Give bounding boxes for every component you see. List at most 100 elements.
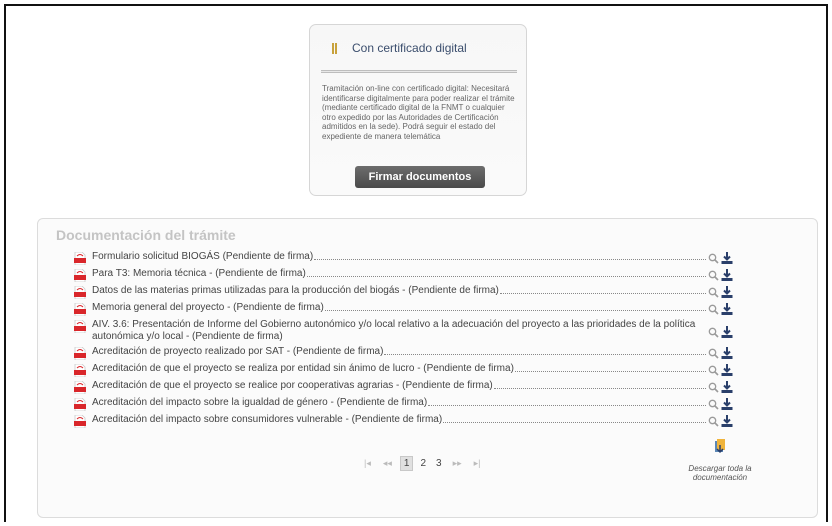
document-link[interactable]: Formulario solicitud BIOGÁS (Pendiente d…: [92, 250, 706, 263]
download-icon[interactable]: [721, 414, 734, 427]
document-actions: [708, 396, 736, 410]
document-link[interactable]: Acreditación de que el proyecto se reali…: [92, 362, 706, 375]
document-row: AIV. 3.6: Presentación de Informe del Go…: [74, 318, 736, 343]
document-actions: [708, 379, 736, 393]
first-page-button[interactable]: |◂: [364, 458, 371, 469]
certificate-title: Con certificado digital: [352, 41, 467, 55]
sign-documents-button[interactable]: Firmar documentos: [355, 166, 485, 188]
pdf-icon: [74, 268, 86, 283]
document-label: Acreditación de proyecto realizado por S…: [92, 346, 384, 358]
download-icon[interactable]: [721, 380, 734, 393]
document-link[interactable]: AIV. 3.6: Presentación de Informe del Go…: [92, 318, 706, 343]
document-row: Acreditación del impacto sobre la iguald…: [74, 396, 736, 412]
document-label: Acreditación de que el proyecto se reali…: [92, 363, 514, 375]
download-icon[interactable]: [721, 285, 734, 298]
page-2-button[interactable]: 2: [417, 457, 429, 470]
documentation-title: Documentación del trámite: [56, 227, 236, 243]
document-actions: [708, 345, 736, 359]
pdf-icon: [74, 414, 86, 429]
document-link[interactable]: Acreditación del impacto sobre la iguald…: [92, 396, 706, 409]
last-page-button[interactable]: ▸|: [474, 458, 481, 469]
document-label: Acreditación de que el proyecto se reali…: [92, 380, 493, 392]
magnifier-icon[interactable]: [708, 346, 721, 359]
dot-leader: [324, 310, 706, 311]
certificate-divider: [321, 70, 517, 73]
document-row: Formulario solicitud BIOGÁS (Pendiente d…: [74, 250, 736, 266]
download-all-icon: [715, 439, 725, 454]
document-label: Acreditación del impacto sobre consumido…: [92, 414, 443, 426]
document-label: AIV. 3.6: Presentación de Informe del Go…: [92, 319, 705, 343]
document-link[interactable]: Datos de las materias primas utilizadas …: [92, 284, 706, 297]
document-actions: [708, 250, 736, 264]
page-1-button[interactable]: 1: [399, 456, 414, 471]
magnifier-icon[interactable]: [708, 302, 721, 315]
pdf-icon: [74, 397, 86, 412]
pdf-icon: [74, 346, 86, 361]
download-icon[interactable]: [721, 363, 734, 376]
document-actions: [708, 301, 736, 315]
document-link[interactable]: Para T3: Memoria técnica - (Pendiente de…: [92, 267, 706, 280]
document-row: Datos de las materias primas utilizadas …: [74, 284, 736, 300]
document-link[interactable]: Acreditación de proyecto realizado por S…: [92, 345, 706, 358]
magnifier-icon[interactable]: [708, 397, 721, 410]
document-label: Formulario solicitud BIOGÁS (Pendiente d…: [92, 251, 314, 263]
download-icon[interactable]: [721, 251, 734, 264]
documentation-panel: Documentación del trámite Formulario sol…: [37, 218, 818, 518]
document-actions: [708, 318, 736, 338]
download-icon[interactable]: [721, 325, 734, 338]
document-list: Formulario solicitud BIOGÁS (Pendiente d…: [74, 250, 736, 430]
pdf-icon: [74, 363, 86, 378]
magnifier-icon[interactable]: [708, 268, 721, 281]
document-label: Datos de las materias primas utilizadas …: [92, 285, 499, 297]
dot-leader: [384, 354, 706, 355]
magnifier-icon[interactable]: [708, 285, 721, 298]
document-row: Acreditación de que el proyecto se reali…: [74, 362, 736, 378]
magnifier-icon[interactable]: [708, 251, 721, 264]
certificate-header: Con certificado digital: [332, 41, 467, 55]
certificate-description: Tramitación on-line con certificado digi…: [322, 84, 515, 141]
download-all-button[interactable]: Descargar toda la documentación: [672, 439, 768, 482]
dot-leader: [499, 293, 706, 294]
document-link[interactable]: Memoria general del proyecto - (Pendient…: [92, 301, 706, 314]
document-actions: [708, 413, 736, 427]
document-link[interactable]: Acreditación del impacto sobre consumido…: [92, 413, 706, 426]
next-page-button[interactable]: ▸▸: [453, 458, 462, 469]
document-row: Para T3: Memoria técnica - (Pendiente de…: [74, 267, 736, 283]
dot-leader: [306, 276, 706, 277]
document-row: Acreditación de proyecto realizado por S…: [74, 345, 736, 361]
document-row: Memoria general del proyecto - (Pendient…: [74, 301, 736, 317]
pdf-icon: [74, 251, 86, 266]
document-actions: [708, 267, 736, 281]
page-3-button[interactable]: 3: [433, 457, 445, 470]
pdf-icon: [74, 285, 86, 300]
pagination: |◂ ◂◂ 1 2 3 ▸▸ ▸|: [358, 456, 487, 471]
document-row: Acreditación del impacto sobre consumido…: [74, 413, 736, 429]
pdf-icon: [74, 302, 86, 317]
document-actions: [708, 362, 736, 376]
dot-leader: [443, 422, 706, 423]
dot-leader: [514, 371, 706, 372]
download-icon[interactable]: [721, 346, 734, 359]
certificate-panel: Con certificado digital Tramitación on-l…: [309, 24, 527, 196]
download-icon[interactable]: [721, 397, 734, 410]
document-label: Acreditación del impacto sobre la iguald…: [92, 397, 428, 409]
pdf-icon: [74, 380, 86, 395]
document-link[interactable]: Acreditación de que el proyecto se reali…: [92, 379, 706, 392]
magnifier-icon[interactable]: [708, 414, 721, 427]
document-label: Para T3: Memoria técnica - (Pendiente de…: [92, 268, 306, 280]
magnifier-icon[interactable]: [708, 325, 721, 338]
download-icon[interactable]: [721, 302, 734, 315]
document-actions: [708, 284, 736, 298]
pdf-icon: [74, 319, 86, 334]
certificate-icon: [332, 42, 338, 54]
magnifier-icon[interactable]: [708, 363, 721, 376]
document-row: Acreditación de que el proyecto se reali…: [74, 379, 736, 395]
prev-page-button[interactable]: ◂◂: [383, 458, 392, 469]
dot-leader: [314, 259, 706, 260]
download-all-label: Descargar toda la documentación: [688, 464, 752, 482]
dot-leader: [428, 405, 706, 406]
magnifier-icon[interactable]: [708, 380, 721, 393]
download-icon[interactable]: [721, 268, 734, 281]
document-label: Memoria general del proyecto - (Pendient…: [92, 302, 324, 314]
dot-leader: [493, 388, 706, 389]
